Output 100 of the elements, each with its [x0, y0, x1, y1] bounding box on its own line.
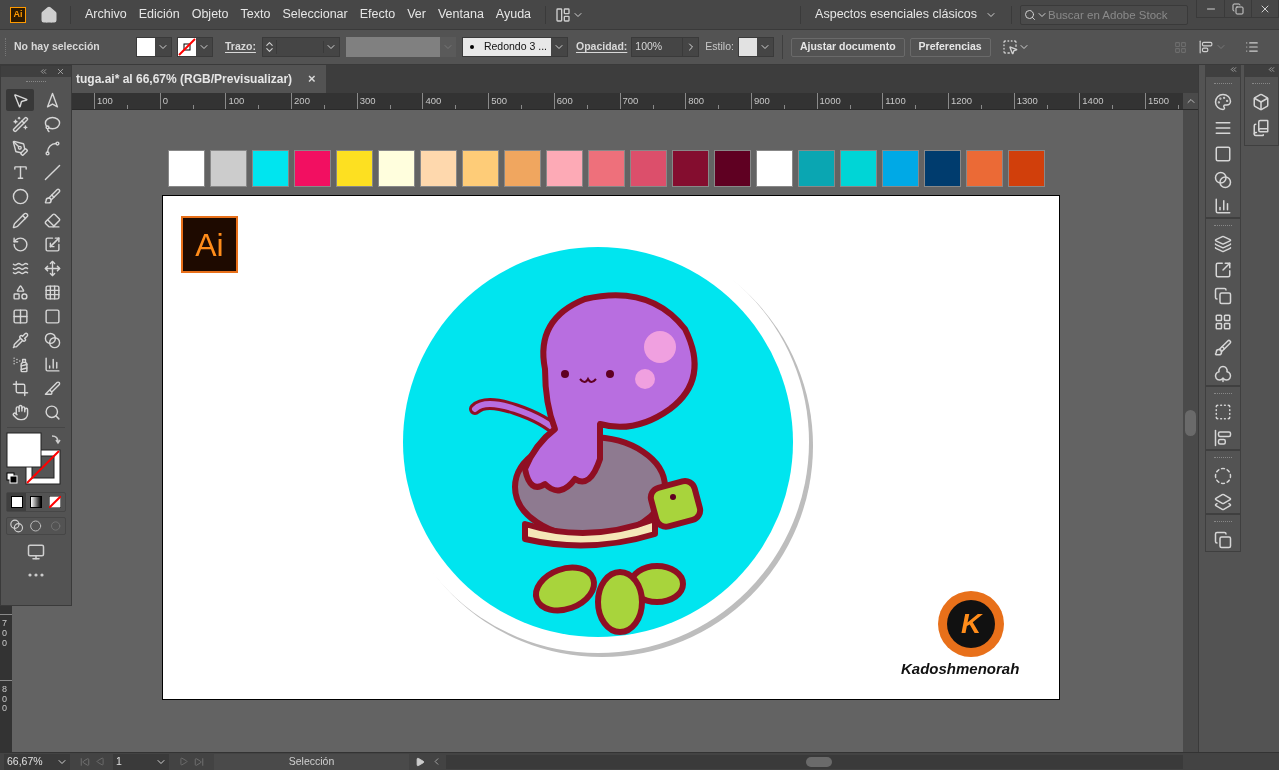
stroke-swatch-dropdown[interactable] — [177, 37, 213, 57]
menu-item[interactable]: Texto — [234, 5, 277, 24]
scrollbar-thumb[interactable] — [806, 756, 832, 767]
bounding-box-icon[interactable] — [1213, 403, 1232, 421]
color-mode-button[interactable] — [7, 493, 27, 511]
scrollbar-thumb[interactable] — [1185, 410, 1196, 436]
chart-icon[interactable] — [1213, 197, 1232, 215]
collapse-icon[interactable] — [1267, 65, 1276, 74]
toolbar-button[interactable]: Ajustar documento — [790, 37, 905, 57]
transform-selection-icon[interactable] — [1001, 39, 1018, 55]
logo-letter: K — [960, 607, 982, 641]
circles-icon[interactable] — [1213, 171, 1232, 189]
color-swatch[interactable] — [630, 150, 667, 187]
color-swatch[interactable] — [882, 150, 919, 187]
color-swatch[interactable] — [504, 150, 541, 187]
stroke-weight-field[interactable] — [261, 37, 340, 57]
ruler-label: 400 — [425, 94, 442, 108]
color-swatch[interactable] — [588, 150, 625, 187]
color-swatch[interactable] — [462, 150, 499, 187]
dashed-circle-icon[interactable] — [1213, 467, 1232, 485]
color-swatch[interactable] — [168, 150, 205, 187]
menu-item[interactable]: Ver — [401, 5, 432, 24]
lines-icon[interactable] — [1213, 119, 1232, 137]
ruler-label: 200 — [294, 94, 310, 108]
color-swatch[interactable] — [966, 150, 1003, 187]
ruler-label: 600 — [556, 94, 573, 108]
home-icon[interactable] — [40, 5, 58, 24]
opacity-label[interactable]: Opacidad: — [575, 39, 628, 55]
ruler-label: 800 — [2, 684, 8, 715]
color-swatch[interactable] — [336, 150, 373, 187]
color-swatch[interactable] — [798, 150, 835, 187]
screen-mode-icon[interactable] — [25, 543, 47, 561]
ruler-label: 1500 — [1148, 94, 1170, 108]
ruler-label: 100 — [228, 94, 245, 108]
ruler-label: 1000 — [819, 94, 841, 108]
bookmark-copy-icon[interactable] — [1252, 119, 1271, 137]
play-icon[interactable] — [415, 756, 425, 767]
zoom-field[interactable]: 66,67% — [4, 753, 70, 770]
color-swatch[interactable] — [756, 150, 793, 187]
ruler-label: 800 — [688, 94, 705, 108]
vertical-scrollbar[interactable] — [1183, 110, 1198, 752]
opacity-field[interactable]: 100% — [631, 37, 700, 57]
selection-status: No hay selección — [14, 39, 101, 55]
color-swatch[interactable] — [924, 150, 961, 187]
restore-icon — [1232, 2, 1244, 15]
layers-icon[interactable] — [1213, 235, 1232, 253]
cube-icon[interactable] — [1252, 93, 1271, 111]
color-swatch[interactable] — [840, 150, 877, 187]
color-swatch[interactable] — [714, 150, 751, 187]
table-icon[interactable] — [1213, 313, 1232, 331]
tab-close-button[interactable]: × — [308, 69, 316, 89]
color-swatch[interactable] — [210, 150, 247, 187]
panel-menu-icon[interactable] — [1245, 40, 1259, 54]
grid-icon — [1174, 40, 1187, 54]
menu-item[interactable]: Edición — [132, 5, 186, 24]
color-swatch[interactable] — [672, 150, 709, 187]
color-swatch[interactable] — [1008, 150, 1045, 187]
ruler-label: 1100 — [885, 94, 906, 108]
align-icon[interactable] — [1213, 429, 1232, 447]
ruler-label: 1200 — [950, 94, 973, 108]
menu-item[interactable]: Archivo — [79, 5, 133, 24]
color-swatch[interactable] — [378, 150, 415, 187]
menu-item[interactable]: Efecto — [353, 5, 402, 24]
style-dropdown[interactable] — [737, 37, 774, 57]
color-swatch[interactable] — [546, 150, 583, 187]
workspace-dropdown[interactable]: Aspectos esenciales clásicos — [809, 5, 1003, 24]
horizontal-scrollbar[interactable] — [446, 754, 1183, 769]
menu-item[interactable]: Seleccionar — [276, 5, 354, 24]
brush-dropdown[interactable]: Redondo 3 ... — [461, 37, 568, 57]
stroke-label[interactable]: Trazo: — [225, 39, 256, 55]
export-icon[interactable] — [1213, 261, 1232, 279]
ruler-label: 1300 — [1016, 94, 1038, 108]
club-icon[interactable] — [1213, 365, 1232, 383]
status-tool-field[interactable]: Selección — [214, 753, 409, 770]
brushes-icon[interactable] — [1213, 339, 1232, 357]
brand-name: Kadoshmenorah — [901, 659, 1020, 679]
page-field[interactable]: 1 — [113, 753, 169, 770]
ruler-label: 700 — [622, 94, 639, 108]
palette-icon[interactable] — [1213, 93, 1232, 111]
style-label: Estilo: — [705, 39, 734, 55]
menu-item[interactable]: Objeto — [185, 5, 235, 24]
ruler-label: 0 — [162, 94, 168, 108]
toolbar-button[interactable]: Preferencias — [909, 37, 991, 57]
collapse-icon[interactable] — [1228, 65, 1238, 74]
more-tools-icon[interactable] — [28, 573, 44, 577]
menu-item[interactable]: Ventana — [431, 5, 490, 24]
color-swatch[interactable] — [252, 150, 289, 187]
color-swatch[interactable] — [294, 150, 331, 187]
document-tab[interactable]: tuga.ai* al 66,67% (RGB/Previsualizar) × — [72, 65, 326, 93]
color-swatch[interactable] — [420, 150, 457, 187]
align-icon[interactable] — [1199, 40, 1213, 54]
collapse-icon[interactable] — [39, 67, 48, 76]
app-logo: Ai — [10, 6, 26, 23]
search-field[interactable]: Buscar en Adobe Stock — [1020, 4, 1188, 25]
close-icon[interactable] — [56, 67, 65, 76]
fill-stroke-drawing[interactable] — [6, 432, 62, 486]
menu-item[interactable]: Ayuda — [489, 5, 538, 24]
fill-swatch-dropdown[interactable] — [136, 37, 172, 57]
ruler-label: 300 — [359, 94, 376, 108]
workspace-layout-icon[interactable] — [554, 6, 573, 23]
